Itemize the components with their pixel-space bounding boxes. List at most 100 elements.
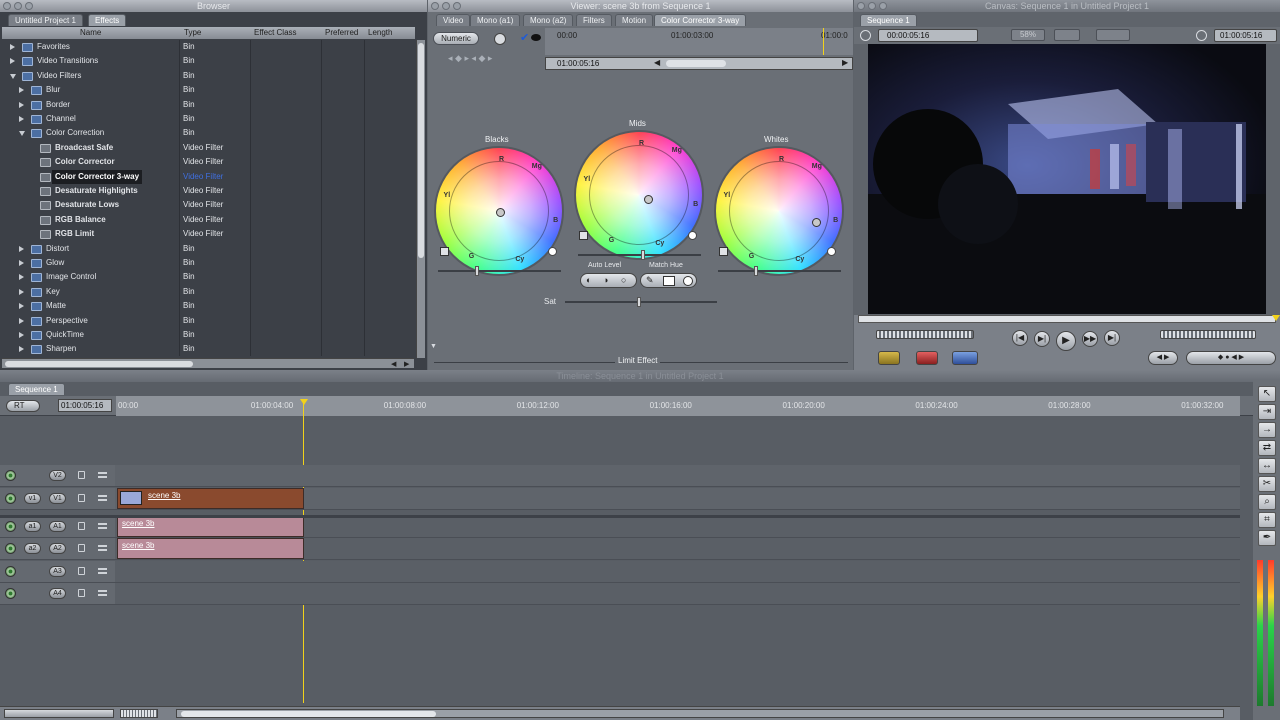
list-item[interactable]: Perspective Bin <box>2 314 415 328</box>
list-item[interactable]: Video Transitions Bin <box>2 54 415 68</box>
disclosure-closed-icon[interactable] <box>19 317 24 324</box>
shuttle-icon[interactable] <box>860 30 871 41</box>
close-window-button[interactable] <box>857 2 865 10</box>
shuttle-control[interactable] <box>876 330 974 339</box>
match-hue-reset-button[interactable] <box>683 276 693 286</box>
list-item[interactable]: Matte Bin <box>2 299 415 313</box>
canvas-duration-timecode[interactable]: 00:00:05:16 <box>878 29 978 42</box>
jog-icon[interactable] <box>1196 30 1207 41</box>
mids-reset-button[interactable] <box>688 231 697 240</box>
mids-color-wheel[interactable]: R Mg B Cy G Yl <box>574 130 704 260</box>
viewer-playhead[interactable] <box>823 28 824 55</box>
close-window-button[interactable] <box>431 2 439 10</box>
column-preferred[interactable]: Preferred <box>325 28 358 37</box>
zoom-tool-icon[interactable]: ⌕ <box>1258 494 1276 510</box>
marker-keyframe-buttons[interactable]: ◆ ● ◀ ▶ <box>1186 351 1276 365</box>
track-visibility-icon[interactable] <box>5 470 16 481</box>
track-visibility-icon[interactable] <box>5 521 16 532</box>
list-item[interactable]: Color Corrector Video Filter <box>2 155 415 169</box>
play-around-current-button[interactable]: ▶▶ <box>1082 331 1098 347</box>
zoom-right-arrow-icon[interactable]: ▶ <box>842 58 848 67</box>
insert-edit-button[interactable] <box>878 351 900 365</box>
scroll-thumb[interactable] <box>5 361 193 367</box>
destination-patch-a2[interactable]: A2 <box>49 543 66 554</box>
view-eye-icon[interactable] <box>531 34 541 41</box>
canvas-current-timecode[interactable]: 01:00:05:16 <box>1214 29 1277 42</box>
play-button[interactable]: ▶ <box>1056 331 1076 351</box>
crop-tool-icon[interactable]: ⌗ <box>1258 512 1276 528</box>
list-item[interactable]: Sharpen Bin <box>2 342 415 356</box>
tab-canvas-sequence-1[interactable]: Sequence 1 <box>860 14 917 26</box>
disclosure-closed-icon[interactable] <box>19 116 24 122</box>
audio-clip[interactable]: scene 3b <box>117 516 304 537</box>
go-to-previous-edit-button[interactable]: |◀ <box>1012 330 1028 346</box>
zoom-window-button[interactable] <box>453 2 461 10</box>
mark-in-out-buttons[interactable]: ◀ ▶ <box>1148 351 1178 365</box>
column-name[interactable]: Name <box>80 28 101 37</box>
enable-filter-checkbox[interactable]: ✔ <box>520 31 529 44</box>
roll-edit-tool-icon[interactable]: ⇄ <box>1258 440 1276 456</box>
slider-knob[interactable] <box>475 266 479 276</box>
overwrite-edit-button[interactable] <box>916 351 938 365</box>
slider-knob[interactable] <box>641 250 645 260</box>
slip-tool-icon[interactable]: ↔ <box>1258 458 1276 474</box>
list-item[interactable]: Video Filters Bin <box>2 69 415 83</box>
destination-patch-a1[interactable]: A1 <box>49 521 66 532</box>
list-item[interactable]: Favorites Bin <box>2 40 415 54</box>
auto-select-icon[interactable] <box>98 495 107 501</box>
list-item[interactable]: Blur Bin <box>2 83 415 97</box>
track-visibility-icon[interactable] <box>5 566 16 577</box>
viewer-ruler[interactable]: 00:00 01:00:03:00 01:00:0 <box>545 28 853 55</box>
blacks-color-wheel[interactable]: R Mg B Cy G Yl <box>434 146 564 276</box>
source-patch-a1[interactable]: a1 <box>24 521 41 532</box>
track-select-tool-icon[interactable]: → <box>1258 422 1276 438</box>
visual-mode-icon[interactable] <box>494 33 506 45</box>
limit-effect-disclosure-icon[interactable]: ▼ <box>430 343 437 350</box>
mids-level-slider[interactable] <box>578 250 701 260</box>
jog-control[interactable] <box>1160 330 1256 339</box>
scroll-thumb[interactable] <box>418 43 424 258</box>
tab-filters[interactable]: Filters <box>576 14 612 26</box>
tab-untitled-project[interactable]: Untitled Project 1 <box>8 14 83 26</box>
zoom-window-button[interactable] <box>879 2 887 10</box>
timeline-current-timecode[interactable]: 01:00:05:16 <box>58 399 112 412</box>
whites-level-slider[interactable] <box>718 266 841 276</box>
list-item[interactable]: RGB Limit Video Filter <box>2 227 415 241</box>
disclosure-closed-icon[interactable] <box>19 332 24 338</box>
source-patch-v1[interactable]: v1 <box>24 493 41 504</box>
viewer-zoom-bar[interactable]: 01:00:05:16 ◀ ▶ <box>545 57 853 70</box>
zoom-popup[interactable]: 58% <box>1011 29 1045 41</box>
pen-tool-icon[interactable]: ✒ <box>1258 530 1276 546</box>
audio-clip[interactable]: scene 3b <box>117 538 304 559</box>
disclosure-closed-icon[interactable] <box>19 87 24 94</box>
close-window-button[interactable] <box>3 2 11 10</box>
canvas-video-frame[interactable] <box>868 44 1266 314</box>
tab-mono-a1[interactable]: Mono (a1) <box>470 14 521 26</box>
browser-horizontal-scrollbar[interactable]: ◀ ▶ <box>2 358 414 368</box>
tab-color-corrector-3-way[interactable]: Color Corrector 3-way <box>654 14 747 26</box>
disclosure-closed-icon[interactable] <box>10 44 15 50</box>
minimize-window-button[interactable] <box>14 2 22 10</box>
track-visibility-icon[interactable] <box>5 493 16 504</box>
column-type[interactable]: Type <box>184 28 201 37</box>
tab-mono-a2[interactable]: Mono (a2) <box>523 14 574 26</box>
destination-patch-v1[interactable]: V1 <box>49 493 66 504</box>
minimize-window-button[interactable] <box>868 2 876 10</box>
list-item[interactable]: Image Control Bin <box>2 270 415 284</box>
whites-balance-puck[interactable] <box>811 217 821 227</box>
auto-select-icon[interactable] <box>98 472 107 478</box>
minimize-window-button[interactable] <box>442 2 450 10</box>
track-lock-icon[interactable] <box>78 471 85 479</box>
mids-balance-puck[interactable] <box>644 194 654 204</box>
auto-black-level-button[interactable]: ◐ <box>586 275 591 285</box>
overlay-popup[interactable] <box>1096 29 1130 41</box>
tab-video[interactable]: Video <box>436 14 471 26</box>
auto-select-icon[interactable] <box>98 568 107 574</box>
zoom-slider-thumb[interactable] <box>666 60 726 67</box>
column-length[interactable]: Length <box>368 28 392 37</box>
track-visibility-icon[interactable] <box>5 588 16 599</box>
selection-tool-icon[interactable]: ↖ <box>1258 386 1276 402</box>
timeline-ruler[interactable]: 00:00 01:00:04:00 01:00:08:00 01:00:12:00 01… <box>116 396 1240 416</box>
disclosure-closed-icon[interactable] <box>19 288 24 295</box>
blacks-balance-puck[interactable] <box>496 208 505 217</box>
